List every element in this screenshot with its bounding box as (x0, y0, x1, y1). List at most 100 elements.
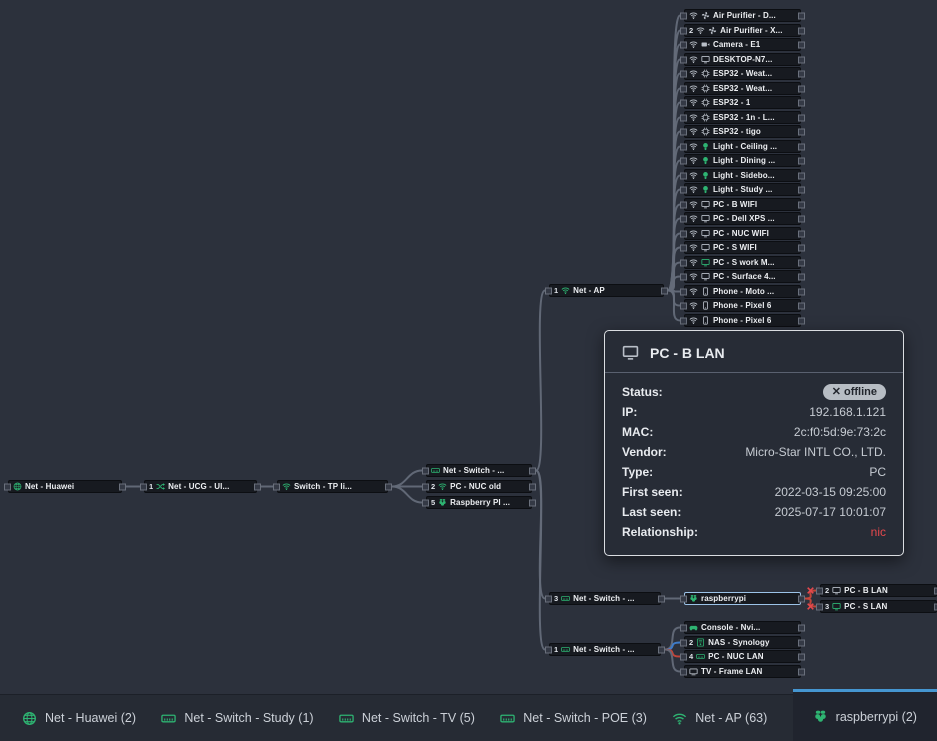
network-topology-view: Net - Huawei 1Net - UCG - Ul... Switch - T… (0, 0, 937, 741)
tab-net-switch-study[interactable]: Net - Switch - Study (1) (161, 711, 313, 726)
wifi-icon (689, 40, 698, 49)
node-label: Phone - Pixel 6 (713, 302, 771, 310)
wifi-icon (696, 26, 705, 35)
ethernet-icon (161, 711, 176, 726)
wifi-icon (689, 127, 698, 136)
node-raspberrypi[interactable]: raspberrypi (684, 592, 801, 605)
bulb-icon (701, 156, 710, 165)
node-nas-synology[interactable]: 2NAS - Synology (684, 636, 801, 649)
node-pc-nuc-wifi[interactable]: PC - NUC WIFI (684, 227, 801, 240)
tab-net-ap[interactable]: Net - AP (63) (672, 711, 767, 726)
wifi-icon (689, 113, 698, 122)
monitor-icon (701, 258, 710, 267)
node-phone-pixel-6a[interactable]: Phone - Pixel 6 (684, 299, 801, 312)
node-net-ap[interactable]: 1 Net - AP (549, 284, 664, 297)
tooltip-header: PC - B LAN (605, 331, 903, 372)
wifi-icon (689, 243, 698, 252)
node-net-switch-study[interactable]: Net - Switch - ... (426, 464, 532, 477)
node-tv-frame-lan[interactable]: TV - Frame LAN (684, 665, 801, 678)
node-label: Phone - Pixel 6 (713, 317, 771, 325)
node-label: Net - Switch - ... (573, 646, 634, 654)
node-label: PC - S LAN (844, 603, 887, 611)
node-label: Console - Nvi... (701, 624, 760, 632)
ethernet-icon (561, 645, 570, 654)
node-label: Net - Huawei (25, 483, 74, 491)
node-air-purifier-x[interactable]: 2Air Purifier - X... (684, 24, 801, 37)
node-switch-tp[interactable]: Switch - TP li... (277, 480, 388, 493)
wifi-icon (561, 286, 570, 295)
node-net-ucg[interactable]: 1Net - UCG - Ul... (144, 480, 257, 493)
node-light-sideboard[interactable]: Light - Sidebo... (684, 169, 801, 182)
node-desktop-n7[interactable]: DESKTOP-N7... (684, 53, 801, 66)
tooltip-row: Vendor:Micro-Star INTL CO., LTD. (622, 442, 886, 462)
wifi-icon (689, 171, 698, 180)
node-pc-dell-xps[interactable]: PC - Dell XPS ... (684, 212, 801, 225)
node-phone-pixel-6b[interactable]: Phone - Pixel 6 (684, 314, 801, 327)
wifi-icon (689, 55, 698, 64)
tooltip-field-label: Last seen: (622, 505, 681, 519)
node-esp32-weather-2[interactable]: ESP32 - Weat... (684, 82, 801, 95)
ethernet-icon (339, 711, 354, 726)
node-net-switch-c[interactable]: 1Net - Switch - ... (549, 643, 661, 656)
tab-net-huawei[interactable]: Net - Huawei (2) (22, 711, 136, 726)
tooltip-field-label: MAC: (622, 425, 653, 439)
node-label: PC - NUC WIFI (713, 230, 769, 238)
fan-icon (701, 11, 710, 20)
tooltip-row: IP:192.168.1.121 (622, 402, 886, 422)
node-label: PC - B WIFI (713, 201, 757, 209)
node-pc-s-wifi[interactable]: PC - S WIFI (684, 241, 801, 254)
phone-icon (701, 301, 710, 310)
monitor-icon (701, 200, 710, 209)
tab-net-switch-poe[interactable]: Net - Switch - POE (3) (500, 711, 647, 726)
node-air-purifier-d[interactable]: Air Purifier - D... (684, 9, 801, 22)
node-label: Net - Switch - ... (443, 467, 504, 475)
node-label: Net - AP (573, 287, 605, 295)
wifi-icon (689, 301, 698, 310)
node-esp32-1n[interactable]: ESP32 - 1n - L... (684, 111, 801, 124)
node-net-huawei[interactable]: Net - Huawei (8, 480, 122, 493)
camera-icon (701, 40, 710, 49)
wifi-icon (689, 258, 698, 267)
node-pc-b-lan[interactable]: 2PC - B LAN (820, 584, 937, 597)
node-pc-s-work[interactable]: PC - S work M... (684, 256, 801, 269)
node-pc-b-wifi[interactable]: PC - B WIFI (684, 198, 801, 211)
node-label: PC - B LAN (844, 587, 888, 595)
node-badge: 3 (825, 603, 829, 611)
node-console-nvidia[interactable]: Console - Nvi... (684, 621, 801, 634)
node-badge: 2 (689, 639, 693, 647)
node-label: PC - NUC old (450, 483, 501, 491)
node-label: ESP32 - tigo (713, 128, 761, 136)
tooltip-field-value: 2025-07-17 10:01:07 (775, 505, 886, 519)
node-label: Phone - Moto ... (713, 288, 774, 296)
tooltip-field-value: 2022-03-15 09:25:00 (775, 485, 886, 499)
node-pc-surface[interactable]: PC - Surface 4... (684, 270, 801, 283)
node-camera-e1[interactable]: Camera - E1 (684, 38, 801, 51)
node-light-dining[interactable]: Light - Dining ... (684, 154, 801, 167)
chip-icon (701, 113, 710, 122)
tv-icon (689, 667, 698, 676)
node-esp32-tigo[interactable]: ESP32 - tigo (684, 125, 801, 138)
tab-net-switch-tv[interactable]: Net - Switch - TV (5) (339, 711, 475, 726)
monitor-icon (701, 272, 710, 281)
monitor-icon (832, 602, 841, 611)
tab-label: Net - Huawei (2) (45, 711, 136, 725)
node-badge: 4 (689, 653, 693, 661)
node-light-ceiling[interactable]: Light - Ceiling ... (684, 140, 801, 153)
tooltip-row: First seen:2022-03-15 09:25:00 (622, 482, 886, 502)
node-label: PC - S WIFI (713, 244, 757, 252)
tab-raspberrypi[interactable]: raspberrypi (2) (793, 689, 937, 741)
wifi-icon (689, 229, 698, 238)
node-badge: 1 (554, 287, 558, 295)
node-raspberry-pi-old[interactable]: 5Raspberry PI ... (426, 496, 532, 509)
tooltip-field-value: 192.168.1.121 (809, 405, 886, 419)
phone-icon (701, 316, 710, 325)
node-esp32-weather-1[interactable]: ESP32 - Weat... (684, 67, 801, 80)
node-esp32-1[interactable]: ESP32 - 1 (684, 96, 801, 109)
node-pc-s-lan[interactable]: 3 PC - S LAN (820, 600, 937, 613)
node-phone-moto[interactable]: Phone - Moto ... (684, 285, 801, 298)
node-light-study[interactable]: Light - Study ... (684, 183, 801, 196)
wifi-icon (689, 272, 698, 281)
node-net-switch-b[interactable]: 3Net - Switch - ... (549, 592, 661, 605)
node-pc-nuc-lan[interactable]: 4PC - NUC LAN (684, 650, 801, 663)
node-pc-nuc-old[interactable]: 2PC - NUC old (426, 480, 532, 493)
